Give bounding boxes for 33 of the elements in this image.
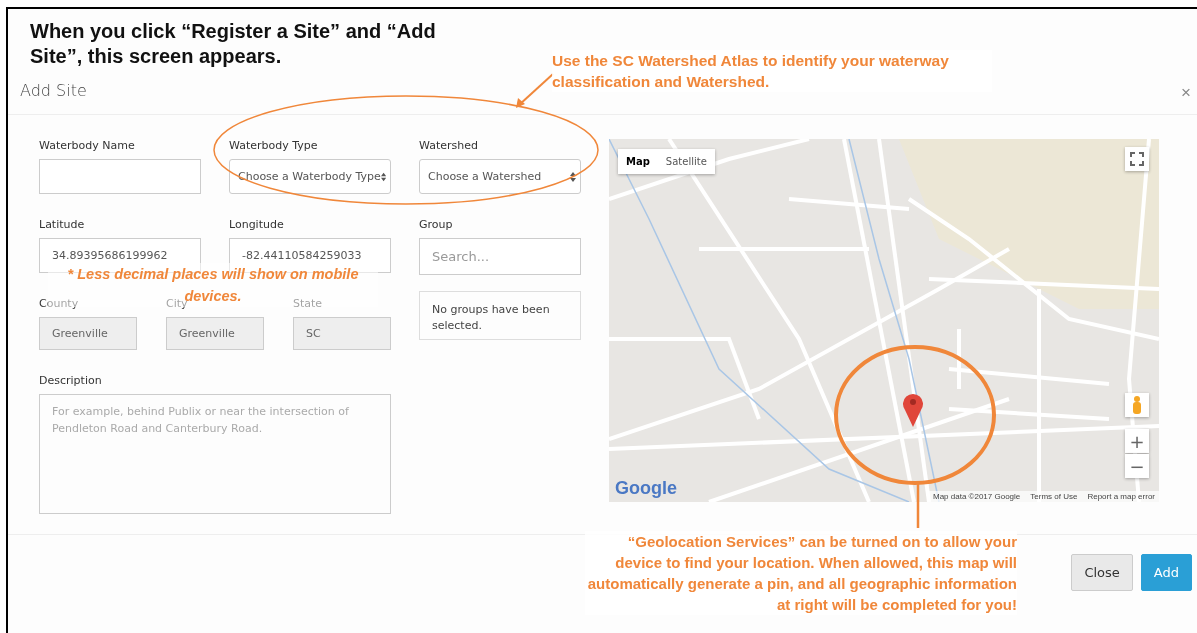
sort-arrows-icon (380, 171, 386, 182)
zoom-out-button[interactable]: − (1125, 454, 1149, 478)
map-link[interactable]: Terms of Use (1030, 492, 1078, 501)
field-label: Latitude (39, 218, 86, 231)
field-label: Description (39, 374, 103, 387)
group-note: No groups have been selected. (419, 291, 581, 340)
map-type-tab[interactable]: Map (618, 149, 658, 174)
instruction-heading: When you click “Register a Site” and “Add Site”, this screen appears. (30, 19, 437, 69)
field-label: State (293, 297, 324, 310)
map-type-tab[interactable]: Satellite (657, 149, 715, 174)
text-input[interactable] (39, 159, 201, 194)
field-label: Longitude (229, 218, 285, 231)
annotation-arrow (516, 73, 554, 108)
sort-arrows-icon (570, 171, 576, 182)
map-attribution: Map data ©2017 Google (933, 492, 1021, 501)
map-link[interactable]: Report a map error (1087, 492, 1155, 501)
close-button[interactable]: × (1181, 83, 1191, 103)
field-label: Waterbody Type (229, 139, 319, 152)
annotation-note: “Geolocation Services” can be turned on to allow your device to find your location. When allowed, this map will automatically generate a pin, and all geographic information at right will be completed for you! (585, 531, 1017, 615)
field-label: Watershed (419, 139, 479, 152)
fullscreen-icon[interactable] (1125, 147, 1149, 171)
leader-line (916, 484, 920, 528)
field-label: Waterbody Name (39, 139, 136, 152)
field-label: County (39, 297, 80, 310)
dropdown[interactable]: Choose a Waterbody Type (229, 159, 391, 194)
field-label: Group (419, 218, 454, 231)
close-button[interactable]: Close (1071, 554, 1133, 591)
dialog-title: Add Site (20, 80, 87, 100)
pegman-icon[interactable] (1125, 393, 1149, 417)
zoom-in-button[interactable]: + (1125, 429, 1149, 453)
map-pin-icon (902, 392, 924, 427)
map-logo: Google (615, 478, 677, 499)
dropdown[interactable]: Choose a Watershed (419, 159, 581, 194)
